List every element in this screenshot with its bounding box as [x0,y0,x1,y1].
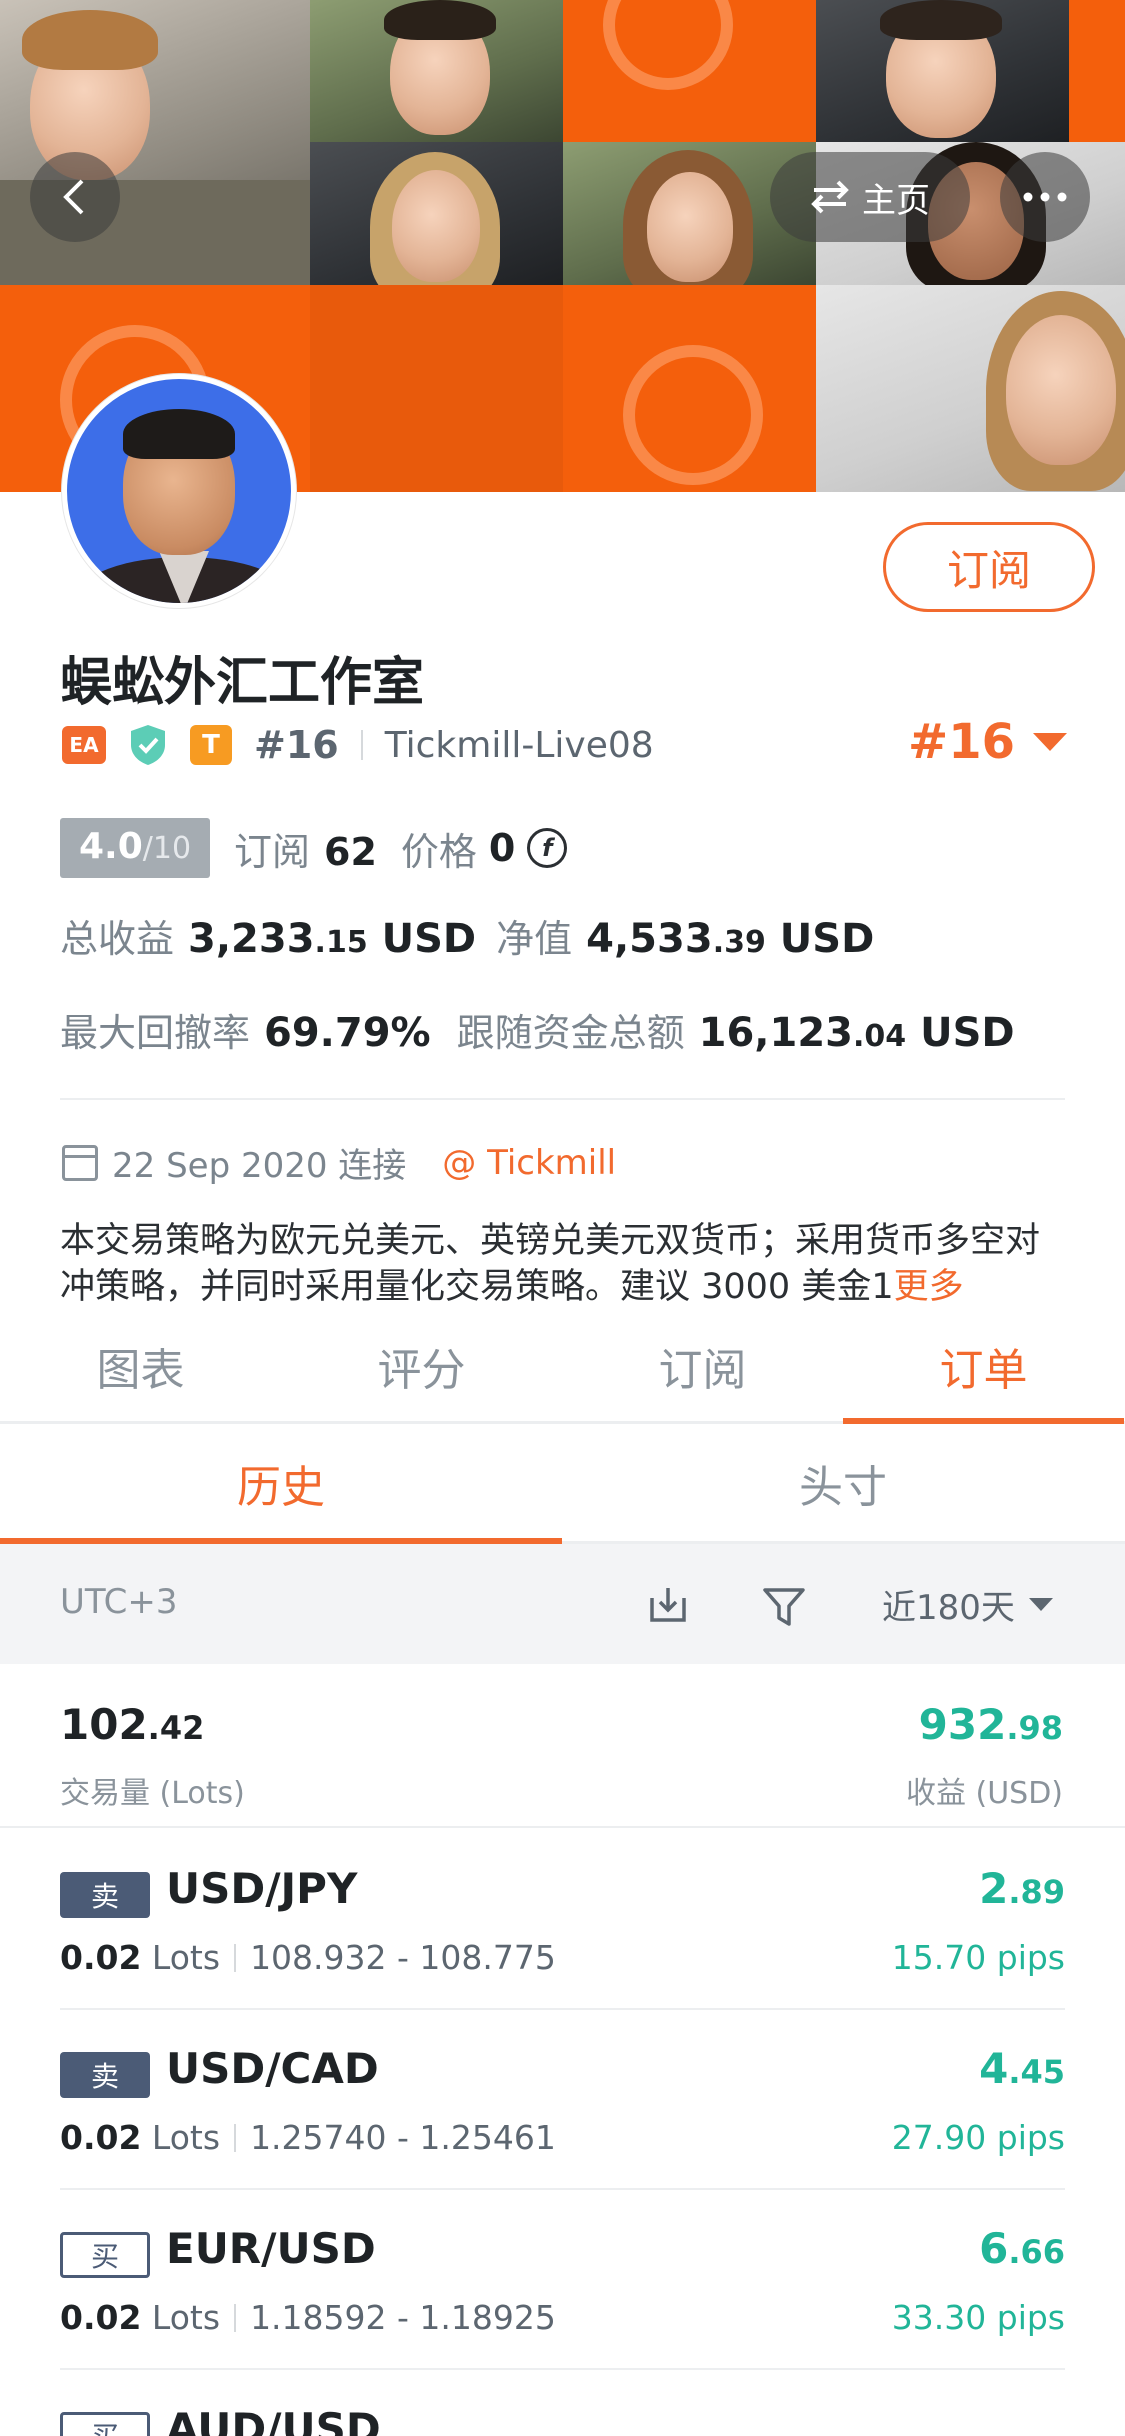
banner-photo-tile [816,0,1069,142]
trade-row[interactable]: 买 EUR/USD 0.02 Lots 1.18592 - 1.18925 6.… [60,2190,1065,2370]
trade-row[interactable]: 卖 USD/JPY 0.02 Lots 108.932 - 108.775 2.… [60,1830,1065,2010]
profile-name: 蜈蚣外汇工作室 [60,653,425,713]
total-profit: 932.98 [918,1700,1063,1749]
subscriptions-label: 订阅 [234,829,311,874]
trade-pips: 33.30 pips [891,2298,1065,2337]
swap-icon [811,180,849,214]
filter-icon[interactable] [762,1586,806,1628]
score-value: 4.0 [78,826,143,867]
trade-profit: 4.45 [979,2044,1065,2093]
strategy-description: 本交易策略为欧元兑美元、英镑兑美元双货币；采用货币多空对冲策略，并同时采用量化交… [60,1218,1070,1310]
trade-side-badge: 卖 [60,1872,150,1918]
caret-down-icon [1033,733,1068,751]
score-max: /10 [142,831,192,866]
trade-row[interactable]: 卖 USD/CAD 0.02 Lots 1.25740 - 1.25461 4.… [60,2010,1065,2190]
divider [360,730,363,760]
connected-date: 22 Sep 2020 连接 [112,1146,407,1186]
divider [60,1098,1065,1100]
banner-photo-tile [310,0,563,142]
trade-detail: 0.02 Lots 1.25740 - 1.25461 [60,2118,556,2157]
trade-detail: 0.02 Lots 108.932 - 108.775 [60,1938,556,1977]
tab-rating[interactable]: 评分 [281,1310,562,1421]
total-profit-value: 3,233.15 USD [188,916,477,962]
badge-row: EA T #16 Tickmill-Live08 [62,720,654,770]
equity-label: 净值 [496,917,573,961]
trade-side-badge: 卖 [60,2052,150,2098]
total-profit-label: 总收益 [60,917,175,961]
verified-shield-icon [131,725,165,765]
broker-account: Tickmill-Live08 [384,724,654,766]
trade-pair: USD/CAD [166,2044,379,2093]
tab-positions[interactable]: 头寸 [562,1424,1124,1541]
price-label: 价格 [400,829,477,874]
banner-orange-tile [563,285,816,492]
tab-chart[interactable]: 图表 [0,1310,281,1421]
more-dots-icon [1023,192,1067,202]
banner-orange-tile [1069,0,1125,142]
coin-icon: f [527,828,568,868]
tab-subscriptions[interactable]: 订阅 [562,1310,843,1421]
date-range-dropdown[interactable]: 近180天 [882,1580,1053,1629]
follow-funds-label: 跟随资金总额 [456,1011,685,1055]
home-button[interactable]: 主页 [770,152,970,242]
total-lots: 102.42 [60,1700,205,1749]
banner-photo-tile [816,285,1125,492]
trade-detail: 0.02 Lots 1.18592 - 1.18925 [60,2298,556,2337]
trade-pair: EUR/USD [166,2224,376,2273]
filter-bar: UTC+3 近180天 [0,1544,1125,1664]
calendar-icon [62,1144,98,1181]
caret-down-icon [1028,1598,1053,1611]
profit-equity-row: 总收益 3,233.15 USD 净值 4,533.39 USD [60,908,874,963]
rank-value: #16 [908,714,1016,770]
rank-dropdown[interactable]: #16 [908,714,1068,770]
drawdown-row: 最大回撤率 69.79% 跟随资金总额 16,123.04 USD [60,1002,1015,1057]
trade-pips: 27.90 pips [891,2118,1065,2157]
price-value: 0 [488,826,516,870]
home-label: 主页 [862,180,930,221]
subscribe-button[interactable]: 订阅 [883,522,1095,612]
trade-side-badge: 买 [60,2232,150,2278]
equity-value: 4,533.39 USD [586,916,875,962]
total-lots-label: 交易量 (Lots) [60,1776,245,1811]
trader-badge: T [190,725,232,765]
chevron-left-icon [63,179,84,215]
back-button[interactable] [30,152,120,242]
max-drawdown-label: 最大回撤率 [60,1011,251,1055]
trade-profit: 6.66 [979,2224,1065,2273]
banner-orange-tile [310,285,563,492]
trade-pair: USD/JPY [166,1864,358,1913]
banner-orange-tile [563,0,816,142]
trade-row[interactable]: 买 AUD/USD [60,2370,1065,2436]
ea-badge: EA [62,726,106,764]
avatar[interactable] [62,374,296,608]
trade-pips: 15.70 pips [891,1938,1065,1977]
subscriptions-value: 62 [324,829,377,874]
banner-photo-tile [310,142,563,285]
trade-pair: AUD/USD [166,2404,381,2436]
broker-tag-link[interactable]: @ Tickmill [442,1143,616,1183]
download-icon[interactable] [648,1584,688,1624]
follow-funds-value: 16,123.04 USD [698,1010,1015,1056]
max-drawdown-value: 69.79% [264,1010,431,1056]
orders-summary: 102.42 交易量 (Lots) 932.98 收益 (USD) [0,1664,1125,1828]
more-options-button[interactable] [1000,152,1090,242]
score-badge: 4.0/10 [60,818,210,878]
date-range-value: 近180天 [882,1588,1015,1628]
more-link[interactable]: 更多 [894,1267,964,1307]
connect-row: 22 Sep 2020 连接 @ Tickmill [62,1138,616,1187]
tab-history[interactable]: 历史 [0,1424,562,1544]
banner-photo-tile [0,0,310,285]
main-tab-bar: 图表 评分 订阅 订单 [0,1310,1125,1424]
total-profit-label: 收益 (USD) [905,1776,1063,1811]
trade-side-badge: 买 [60,2412,150,2436]
timezone-label: UTC+3 [60,1582,178,1622]
rank-small: #16 [254,723,339,767]
trade-profit: 2.89 [979,1864,1065,1913]
score-row: 4.0/10 订阅 62 价格 0 f [60,818,568,878]
tab-orders[interactable]: 订单 [843,1310,1124,1424]
sub-tab-bar: 历史 头寸 [0,1424,1125,1544]
